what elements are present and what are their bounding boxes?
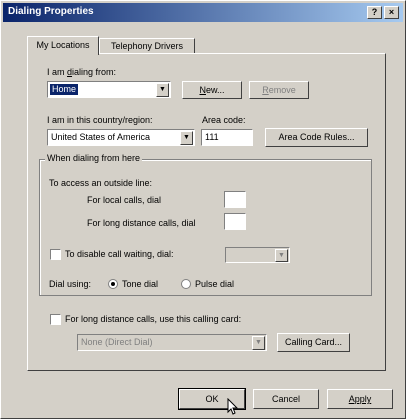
help-button[interactable]: ? [367, 6, 382, 19]
long-distance-label: For long distance calls, dial [87, 218, 196, 228]
calling-card-checkbox[interactable] [50, 314, 61, 325]
dialing-group-title: When dialing from here [45, 153, 143, 163]
location-combobox[interactable]: Home ▼ [47, 81, 171, 98]
calling-card-label: For long distance calls, use this callin… [65, 314, 242, 324]
location-dropdown-arrow-icon[interactable]: ▼ [156, 83, 169, 97]
country-label: I am in this country/region: [47, 115, 153, 125]
call-waiting-dropdown-arrow-icon[interactable]: ▼ [275, 249, 288, 262]
country-value: United States of America [51, 132, 151, 142]
long-distance-field[interactable] [224, 213, 246, 230]
cancel-button[interactable]: Cancel [253, 389, 319, 409]
pulse-dial-label: Pulse dial [195, 279, 235, 289]
dial-using-label: Dial using: [49, 279, 92, 289]
window-title: Dialing Properties [8, 6, 94, 17]
dialing-properties-dialog: Dialing Properties ? × My Locations Tele… [0, 0, 406, 419]
area-code-field[interactable]: 111 [201, 129, 253, 146]
radio-selected-dot-icon [111, 282, 115, 286]
mouse-cursor-icon [227, 398, 239, 415]
area-code-rules-button[interactable]: Area Code Rules... [265, 128, 368, 147]
calling-card-value: None (Direct Dial) [81, 337, 153, 347]
tone-dial-label: Tone dial [122, 279, 159, 289]
tab-telephony-drivers[interactable]: Telephony Drivers [99, 38, 195, 54]
new-location-button[interactable]: New... [182, 81, 242, 99]
call-waiting-combobox[interactable]: ▼ [225, 247, 290, 263]
pulse-dial-radio[interactable] [181, 279, 191, 289]
apply-button[interactable]: Apply [327, 389, 393, 409]
local-calls-field[interactable] [224, 191, 246, 208]
calling-card-combobox[interactable]: None (Direct Dial) ▼ [77, 334, 267, 351]
dialing-from-label: I am dialing from: [47, 67, 117, 77]
title-bar: Dialing Properties ? × [3, 3, 403, 22]
close-button[interactable]: × [384, 6, 399, 19]
call-waiting-label: To disable call waiting, dial: [65, 249, 174, 259]
country-dropdown-arrow-icon[interactable]: ▼ [180, 131, 193, 145]
area-code-label: Area code: [202, 115, 246, 125]
calling-card-dropdown-arrow-icon[interactable]: ▼ [252, 336, 265, 350]
call-waiting-checkbox[interactable] [50, 249, 61, 260]
tone-dial-radio[interactable] [108, 279, 118, 289]
country-combobox[interactable]: United States of America ▼ [47, 129, 195, 146]
local-calls-label: For local calls, dial [87, 195, 162, 205]
outside-line-label: To access an outside line: [49, 178, 153, 188]
remove-location-button[interactable]: Remove [249, 81, 309, 99]
location-value: Home [50, 84, 79, 95]
calling-card-button[interactable]: Calling Card... [277, 333, 350, 352]
tab-my-locations[interactable]: My Locations [27, 36, 99, 55]
